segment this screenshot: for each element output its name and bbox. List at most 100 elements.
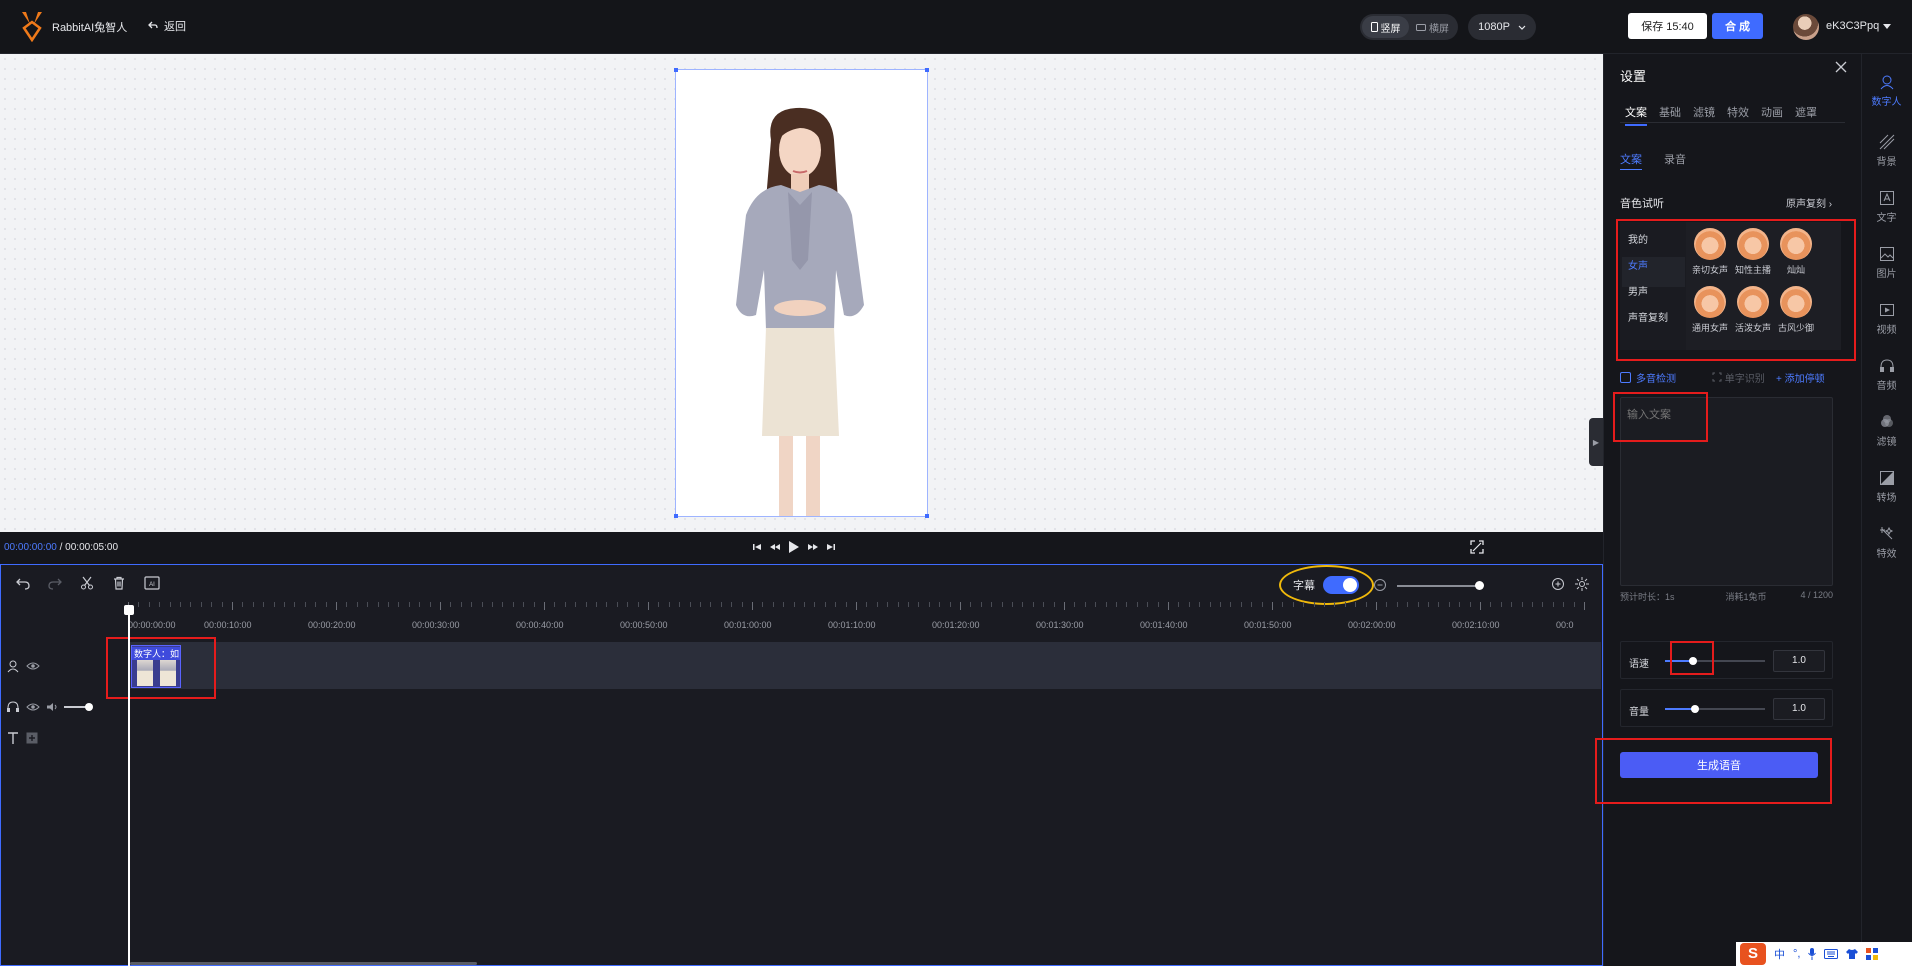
fullscreen-icon[interactable]	[1470, 540, 1484, 554]
sogou-ime-icon[interactable]: S	[1740, 943, 1766, 965]
volume-slider[interactable]	[1665, 705, 1765, 713]
ime-language[interactable]: 中	[1774, 946, 1785, 962]
skip-to-start-icon[interactable]	[752, 542, 762, 552]
delete-icon[interactable]	[112, 576, 126, 590]
redo-icon[interactable]	[48, 576, 62, 590]
volume-slider-knob[interactable]	[1691, 705, 1699, 713]
settings-subtab[interactable]: 录音	[1664, 151, 1686, 170]
sidenav-item[interactable]: 数字人	[1861, 74, 1912, 108]
skin-shirt-icon[interactable]	[1846, 949, 1859, 959]
sidenav-item[interactable]: 文字	[1861, 190, 1912, 224]
sidenav-item[interactable]: 滤镜	[1861, 414, 1912, 448]
resize-handle[interactable]	[925, 514, 929, 518]
ruler-tick	[720, 602, 722, 607]
ruler-tick	[648, 602, 649, 610]
ruler-tick	[512, 602, 514, 607]
step-forward-icon[interactable]	[808, 542, 818, 552]
punctuation-icon[interactable]: °,	[1793, 948, 1800, 960]
voice-clone-link[interactable]: 原声复刻 ›	[1786, 195, 1832, 210]
subtitle-toggle[interactable]	[1323, 576, 1359, 594]
ruler-tick	[1043, 602, 1045, 607]
sidenav-item[interactable]: 转场	[1861, 470, 1912, 504]
sidenav-label: 数字人	[1871, 97, 1902, 108]
ruler-label: 00:02:10:00	[1452, 620, 1500, 630]
sidenav-item[interactable]: 特效	[1861, 526, 1912, 560]
word-recognition[interactable]: 单字识别	[1712, 370, 1765, 385]
phone-landscape-icon	[1416, 23, 1426, 31]
timeline-ruler[interactable]: 00:00:00:00 00:00:10:00 00:00:20:00 00:00:3…	[128, 602, 1601, 632]
ruler-tick	[544, 602, 545, 610]
timeline-scrollbar[interactable]	[130, 962, 477, 965]
ruler-tick	[1396, 602, 1398, 607]
settings-subtab[interactable]: 文案	[1620, 151, 1642, 170]
digital-human-track[interactable]	[128, 642, 1601, 689]
resize-handle[interactable]	[674, 68, 678, 72]
skip-to-end-icon[interactable]	[826, 542, 836, 552]
ruler-tick	[304, 602, 306, 607]
sidenav-item[interactable]: 背景	[1861, 134, 1912, 168]
scissors-icon[interactable]	[80, 576, 94, 590]
close-icon[interactable]	[1834, 60, 1848, 74]
sidenav-item[interactable]: 音频	[1861, 358, 1912, 392]
fit-timeline-icon[interactable]	[1575, 577, 1589, 591]
tabs-divider	[1620, 122, 1845, 123]
ruler-tick	[960, 602, 961, 610]
ruler-tick	[752, 602, 753, 610]
ruler-tick	[1365, 602, 1367, 607]
compose-button[interactable]: 合 成	[1712, 13, 1763, 39]
resolution-value: 1080P	[1478, 21, 1510, 33]
multi-tone-check[interactable]: 多音检测	[1620, 370, 1676, 385]
checkbox[interactable]	[1620, 372, 1631, 383]
ruler-tick	[897, 602, 899, 607]
zoom-in-icon[interactable]	[1551, 577, 1565, 591]
keyboard-icon[interactable]	[1824, 949, 1839, 959]
user-menu[interactable]: eK3C3Ppq	[1826, 20, 1892, 32]
svg-text:AI: AI	[149, 582, 155, 588]
resize-handle[interactable]	[925, 68, 929, 72]
speed-input[interactable]: 1.0	[1773, 650, 1825, 672]
sidenav-item[interactable]: 图片	[1861, 246, 1912, 280]
digital-human-figure[interactable]	[676, 70, 927, 516]
user-avatar[interactable]	[1793, 14, 1819, 40]
zoom-out-icon[interactable]	[1373, 578, 1387, 592]
play-icon[interactable]	[788, 540, 800, 554]
ruler-tick	[980, 602, 982, 607]
add-pause-button[interactable]: + 添加停顿	[1776, 370, 1825, 385]
brand-name: RabbitAI兔智人	[52, 22, 128, 34]
panel-collapse-handle[interactable]: ▶	[1589, 418, 1603, 466]
ruler-tick	[1334, 602, 1336, 607]
ruler-tick	[450, 602, 452, 607]
sidenav-item[interactable]: 视频	[1861, 302, 1912, 336]
portrait-option[interactable]: 竖屏	[1362, 16, 1409, 38]
ruler-tick	[1584, 602, 1585, 610]
eye-icon[interactable]	[26, 661, 40, 671]
video-stage[interactable]	[674, 68, 929, 518]
back-button[interactable]: 返回	[148, 18, 186, 34]
ime-toolbar: S 中 °,	[1736, 942, 1912, 966]
script-meta: 预计时长：1s 消耗1兔币 4 / 1200	[1620, 590, 1833, 603]
ruler-tick	[939, 602, 941, 607]
toolbox-grid-icon[interactable]	[1866, 948, 1879, 960]
resize-handle[interactable]	[674, 514, 678, 518]
ruler-tick	[1563, 602, 1565, 607]
zoom-slider-knob[interactable]	[1475, 581, 1484, 590]
step-back-icon[interactable]	[770, 542, 780, 552]
track-volume-slider[interactable]	[64, 703, 93, 711]
audio-icon	[1879, 359, 1894, 372]
playhead[interactable]	[128, 610, 130, 966]
sidenav-label: 滤镜	[1876, 437, 1897, 448]
zoom-slider[interactable]	[1397, 585, 1481, 587]
ruler-tick	[419, 602, 421, 607]
volume-input[interactable]: 1.0	[1773, 698, 1825, 720]
eye-icon[interactable]	[26, 702, 40, 712]
volume-icon[interactable]	[46, 702, 58, 712]
resolution-select[interactable]: 1080P	[1468, 14, 1536, 40]
effects-icon	[1879, 526, 1893, 540]
ai-image-icon[interactable]: AI	[144, 576, 160, 590]
save-button[interactable]: 保存 15:40	[1628, 13, 1707, 39]
undo-icon[interactable]	[16, 576, 30, 590]
ruler-label: 00:01:30:00	[1036, 620, 1084, 630]
landscape-option[interactable]: 横屏	[1409, 16, 1456, 38]
add-text-icon[interactable]	[26, 732, 38, 744]
microphone-icon[interactable]	[1808, 948, 1817, 960]
